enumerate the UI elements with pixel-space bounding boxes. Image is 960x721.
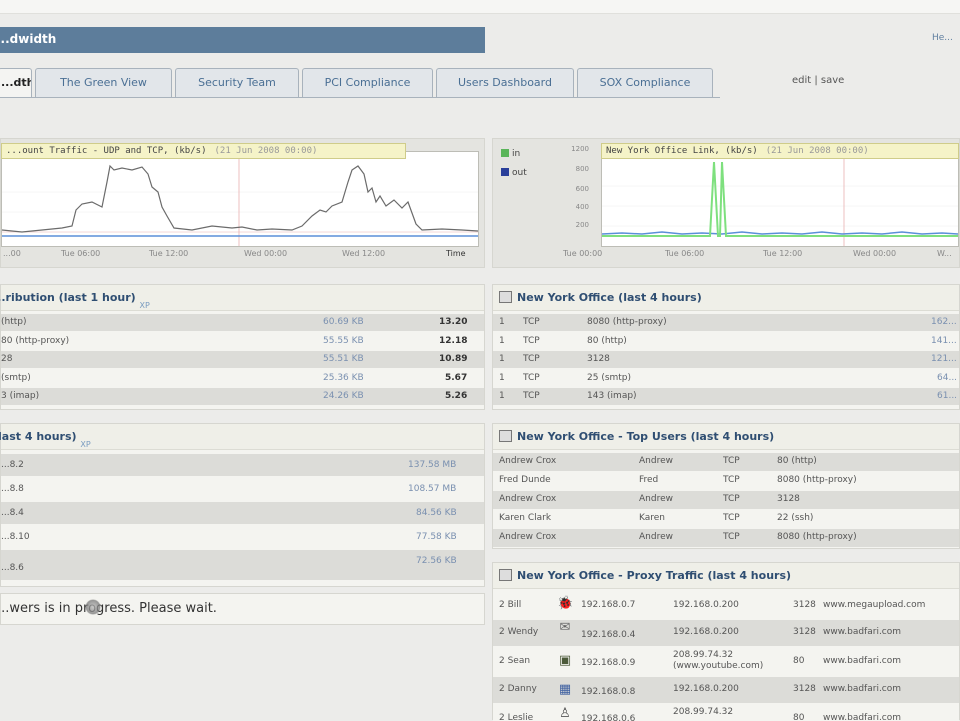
x-tick: Tue 06:00 (61, 249, 101, 258)
x-tick: Tue 12:00 (149, 249, 189, 258)
table-row[interactable]: Andrew Crox Andrew TCP 8080 (http-proxy) (493, 529, 959, 547)
ny-proxy-panel: New York Office - Proxy Traffic (last 4 … (492, 562, 960, 721)
traffic-chart-title: ...ount Traffic - UDP and TCP, (kb/s) (21… (1, 143, 406, 159)
tab-bandwidth[interactable]: ...dth (0, 68, 32, 97)
out-series-line (601, 231, 959, 235)
table-row[interactable]: 3 (imap) 24.26 KB 5.26 (1, 388, 484, 405)
ny-office-header: New York Office (last 4 hours) (493, 285, 959, 311)
x-tick: Wed 00:00 (244, 249, 288, 258)
mail-icon: ✉ (559, 620, 571, 635)
table-row[interactable]: (smtp) 25.36 KB 5.67 (1, 370, 484, 387)
export-link[interactable]: XP (140, 301, 150, 310)
table-row[interactable]: 1 TCP 3128 121... (493, 351, 959, 368)
link-chart-plot[interactable] (601, 151, 959, 247)
person-icon: ♙ (559, 706, 571, 721)
table-row[interactable]: ...8.4 84.56 KB (1, 502, 484, 524)
table-row[interactable]: (http) 60.69 KB 13.20 (1, 314, 484, 331)
x-axis-label: Time (446, 249, 466, 258)
legend-in: in (501, 149, 520, 159)
traffic-series-line (1, 164, 479, 233)
y-tick: 600 (575, 185, 589, 193)
table-row[interactable]: 80 (http-proxy) 55.55 KB 12.18 (1, 333, 484, 350)
traffic-chart-svg (1, 152, 479, 246)
page-title: ...dwidth (0, 32, 57, 46)
link-chart-panel: in out 1200 800 600 400 200 New York Off… (492, 138, 960, 268)
protocol-distribution-panel: ...ribution (last 1 hour) XP (http) 60.6… (0, 284, 485, 410)
protocol-distribution-header: ...ribution (last 1 hour) XP (0, 285, 484, 311)
status-message-bar: ...wers is in progress. Please wait. (0, 593, 485, 625)
x-tick: Tue 00:00 (563, 249, 603, 258)
table-row[interactable]: 1 TCP 80 (http) 141... (493, 333, 959, 350)
tab-pci-compliance[interactable]: PCI Compliance (302, 68, 433, 97)
in-series-line (602, 161, 958, 237)
section-title: New York Office - Top Users (last 4 hour… (517, 430, 775, 443)
table-row[interactable]: 1 TCP 25 (smtp) 64... (493, 370, 959, 387)
traffic-chart-plot[interactable] (1, 151, 479, 247)
table-row[interactable]: ...8.2 137.58 MB (1, 454, 484, 476)
tab-underline (0, 97, 720, 98)
x-tick: Tue 12:00 (763, 249, 803, 258)
help-link[interactable]: He... (932, 33, 953, 43)
x-tick: Tue 06:00 (665, 249, 705, 258)
browser-top-strip (0, 0, 960, 14)
table-row[interactable]: Fred Dunde Fred TCP 8080 (http-proxy) (493, 472, 959, 490)
tab-security-team[interactable]: Security Team (175, 68, 299, 97)
ny-top-users-panel: New York Office - Top Users (last 4 hour… (492, 423, 960, 549)
section-title: (last 4 hours) (0, 430, 77, 443)
ny-office-panel: New York Office (last 4 hours) 1 TCP 808… (492, 284, 960, 410)
status-message: ...wers is in progress. Please wait. (0, 601, 217, 616)
ny-top-users-header: New York Office - Top Users (last 4 hour… (493, 424, 959, 450)
table-row[interactable]: 2 Wendy ✉ 192.168.0.4 192.168.0.200 3128… (493, 620, 959, 646)
top-hosts-header: (last 4 hours) XP (0, 424, 484, 450)
top-hosts-panel: (last 4 hours) XP ...8.2 137.58 MB ...8.… (0, 423, 485, 587)
table-row[interactable]: 1 TCP 143 (imap) 61... (493, 388, 959, 405)
x-tick: W... (937, 249, 952, 258)
table-row[interactable]: 1 TCP 8080 (http-proxy) 162... (493, 314, 959, 331)
y-tick: 800 (575, 165, 589, 173)
table-row[interactable]: Andrew Crox Andrew TCP 3128 (493, 491, 959, 509)
y-tick: 1200 (571, 145, 589, 153)
tab-green-view[interactable]: The Green View (35, 68, 172, 97)
link-chart-svg (601, 152, 959, 246)
section-title: New York Office - Proxy Traffic (last 4 … (517, 569, 792, 582)
legend-out: out (501, 168, 527, 178)
export-link[interactable]: XP (80, 440, 90, 449)
table-icon (499, 569, 512, 581)
table-row[interactable]: 2 Danny ▦ 192.168.0.8 192.168.0.200 3128… (493, 677, 959, 703)
table-row[interactable]: 2 Bill 🐞 192.168.0.7 192.168.0.200 3128 … (493, 593, 959, 619)
table-row[interactable]: ...8.6 72.56 KB (1, 550, 484, 580)
table-row[interactable]: ...8.10 77.58 KB (1, 526, 484, 548)
x-tick: Wed 12:00 (342, 249, 386, 258)
table-row[interactable]: 2 Sean ▣ 192.168.0.9 208.99.74.32 (www.y… (493, 648, 959, 676)
y-tick: 400 (575, 203, 589, 211)
table-row[interactable]: Andrew Crox Andrew TCP 80 (http) (493, 453, 959, 471)
table-row[interactable]: Karen Clark Karen TCP 22 (ssh) (493, 510, 959, 528)
ny-proxy-header: New York Office - Proxy Traffic (last 4 … (493, 563, 959, 589)
x-tick: Wed 00:00 (853, 249, 897, 258)
table-icon (499, 291, 512, 303)
mouse-cursor (85, 599, 101, 615)
x-tick: ...00 (3, 249, 21, 258)
tab-sox-compliance[interactable]: SOX Compliance (577, 68, 713, 97)
monitor-icon: ▣ (558, 653, 572, 668)
edit-save-link[interactable]: edit | save (792, 75, 844, 86)
table-row[interactable]: 2 Leslie ♙ 192.168.0.6 208.99.74.32 80 w… (493, 704, 959, 721)
table-row[interactable]: ...8.8 108.57 MB (1, 478, 484, 500)
page-title-bar: ...dwidth (0, 27, 485, 53)
traffic-chart-panel: ...ount Traffic - UDP and TCP, (kb/s) (21… (0, 138, 485, 268)
y-tick: 200 (575, 221, 589, 229)
table-row[interactable]: 28 55.51 KB 10.89 (1, 351, 484, 368)
section-title: ...ribution (last 1 hour) (0, 291, 136, 304)
grid-icon: ▦ (558, 682, 572, 697)
section-title: New York Office (last 4 hours) (517, 291, 702, 304)
tab-users-dashboard[interactable]: Users Dashboard (436, 68, 574, 97)
link-chart-title: New York Office Link, (kb/s) (21 Jun 2008… (601, 143, 959, 159)
bug-icon: 🐞 (557, 596, 574, 611)
table-icon (499, 430, 512, 442)
